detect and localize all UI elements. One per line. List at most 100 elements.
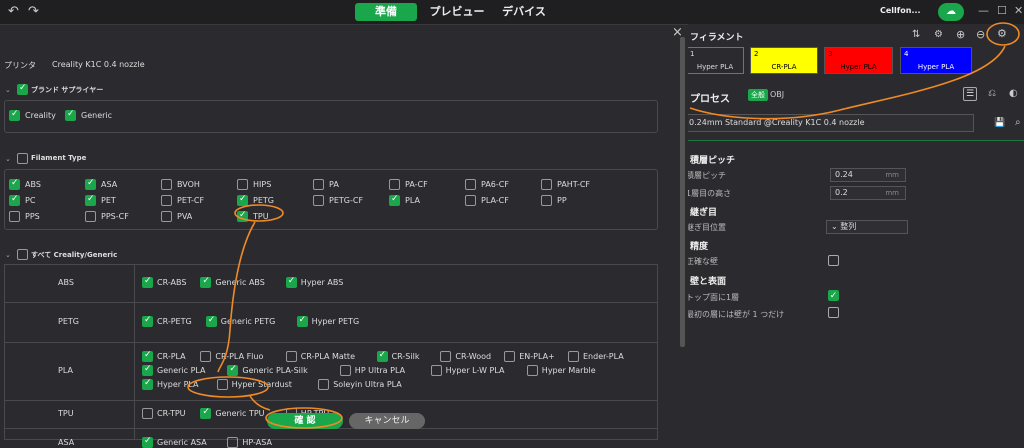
type-pa-cf-checkbox[interactable]	[389, 179, 400, 190]
filament-generic-pla-silk-checkbox[interactable]	[227, 364, 239, 376]
type-petg-cf-checkbox[interactable]	[313, 195, 324, 206]
filament-hyper-marble-checkbox[interactable]	[526, 365, 538, 376]
filament-cr-wood-checkbox[interactable]	[440, 351, 452, 362]
undo-icon[interactable]: ↶	[8, 4, 19, 19]
brand-all-checkbox[interactable]	[17, 83, 28, 95]
confirm-button[interactable]: 確 認	[267, 413, 343, 429]
filament-generic-pla-checkbox[interactable]	[142, 364, 153, 376]
settings-panel: フィラメント ⇅ ⚙ ⊕ ⊖ ⚙ 1 Hyper PLA 2 CR-PLA 3 Hyp…	[660, 24, 1024, 439]
list-view-icon[interactable]: ☰	[963, 87, 977, 101]
cancel-button[interactable]: キャンセル	[349, 413, 425, 429]
user-name[interactable]: Cellfon...	[880, 6, 921, 15]
type-tpu-label: TPU	[253, 212, 269, 221]
type-asa-checkbox[interactable]	[85, 178, 96, 190]
filament-generic-abs-checkbox[interactable]	[200, 276, 212, 288]
type-pps-checkbox[interactable]	[9, 211, 20, 222]
filament-ender-pla-checkbox[interactable]	[568, 351, 579, 362]
type-collapse-icon[interactable]: ⌄	[5, 155, 11, 163]
layer-height-input[interactable]: 0.24 mm	[830, 168, 906, 182]
cloud-upload-icon[interactable]: ☁	[938, 3, 964, 21]
type-pva-label: PVA	[177, 212, 193, 221]
type-pva-checkbox[interactable]	[161, 211, 172, 222]
brand-creality-checkbox[interactable]	[9, 109, 20, 121]
filament-generic-petg-checkbox[interactable]	[205, 315, 217, 327]
filament-hyper-l-w-pla-checkbox[interactable]	[430, 365, 442, 376]
type-hips-label: HIPS	[253, 180, 272, 189]
type-abs-checkbox[interactable]	[9, 178, 20, 190]
all-collapse-icon[interactable]: ⌄	[5, 251, 11, 259]
search-icon[interactable]: ⌕	[1015, 117, 1021, 128]
filament-generic-petg-label: Generic PETG	[220, 317, 276, 326]
filament-cr-pla-matte-checkbox[interactable]	[285, 351, 297, 362]
first-layer-height-input[interactable]: 0.2 mm	[830, 186, 906, 200]
type-pc-checkbox[interactable]	[9, 194, 20, 206]
filament-hp-ultra-pla-checkbox[interactable]	[339, 365, 351, 376]
brand-collapse-icon[interactable]: ⌄	[5, 86, 11, 94]
process-obj-tag[interactable]: OBJ	[770, 90, 784, 99]
filament-cr-pla-fluo-checkbox[interactable]	[200, 351, 212, 362]
type-pla-checkbox[interactable]	[389, 194, 400, 206]
type-pet-cf-checkbox[interactable]	[161, 195, 172, 206]
type-tpu-checkbox[interactable]	[237, 210, 248, 222]
filament-soleyin-ultra-pla-checkbox[interactable]	[318, 379, 330, 390]
table-divider	[134, 264, 135, 440]
all-title: すべて Creality/Generic	[31, 251, 118, 259]
all-creality-generic-checkbox[interactable]	[17, 249, 28, 260]
compare-icon[interactable]: ⎌	[988, 88, 996, 99]
filament-hyper-stardust-checkbox[interactable]	[216, 379, 228, 390]
type-bvoh-checkbox[interactable]	[161, 179, 172, 190]
divider	[660, 140, 1024, 141]
first-layer-one-wall-checkbox[interactable]	[828, 307, 839, 318]
type-hips-checkbox[interactable]	[237, 179, 248, 190]
type-pa6-cf-checkbox[interactable]	[465, 179, 476, 190]
filament-hyper-abs-checkbox[interactable]	[285, 276, 297, 288]
brand-generic-checkbox[interactable]	[65, 109, 76, 121]
filament-en-pla-checkbox[interactable]	[504, 351, 516, 362]
type-pet-checkbox[interactable]	[85, 194, 96, 206]
filament-slot-4[interactable]: 4 Hyper PLA	[900, 47, 972, 74]
process-preset-select[interactable]: 0.24mm Standard @Creality K1C 0.4 nozzle	[684, 114, 974, 132]
type-pp-checkbox[interactable]	[541, 195, 552, 206]
redo-icon[interactable]: ↷	[28, 4, 39, 19]
filament-cr-tpu-checkbox[interactable]	[142, 408, 153, 419]
maximize-icon[interactable]: ☐	[997, 4, 1007, 17]
filament-hyper-pla-checkbox[interactable]	[142, 378, 153, 390]
close-window-icon[interactable]: ✕	[1014, 4, 1023, 17]
filament-slot-2[interactable]: 2 CR-PLA	[750, 47, 818, 74]
filament-generic-abs-label: Generic ABS	[215, 278, 265, 287]
dialog-scrollbar[interactable]	[680, 37, 685, 347]
seam-position-select[interactable]: ⌄ 整列	[826, 220, 908, 234]
type-paht-cf-checkbox[interactable]	[541, 179, 552, 190]
remove-filament-icon[interactable]: ⊖	[976, 28, 985, 41]
filament-hyper-l-w-pla-label: Hyper L-W PLA	[445, 366, 505, 375]
top-one-wall-checkbox[interactable]: ✓	[828, 290, 839, 301]
top-one-wall-label: トップ面に1層	[686, 293, 740, 302]
filament-slot-1[interactable]: 1 Hyper PLA	[686, 47, 744, 74]
filament-slot-3[interactable]: 3 Hyper PLA	[824, 47, 893, 74]
type-petg-checkbox[interactable]	[237, 194, 248, 206]
advanced-toggle-icon[interactable]: ◐	[1009, 88, 1018, 99]
filament-generic-tpu-checkbox[interactable]	[200, 407, 212, 419]
filament-settings-icon[interactable]: ⚙	[997, 27, 1007, 40]
filament-hyper-petg-checkbox[interactable]	[296, 315, 308, 327]
precise-wall-checkbox[interactable]	[828, 255, 839, 266]
filament-cr-silk-checkbox[interactable]	[376, 350, 388, 362]
type-all-checkbox[interactable]	[17, 153, 28, 164]
filament-cr-pla-checkbox[interactable]	[142, 350, 153, 362]
type-pa-checkbox[interactable]	[313, 179, 324, 190]
type-petg-cf-label: PETG-CF	[329, 196, 364, 205]
type-pla-cf-checkbox[interactable]	[465, 195, 476, 206]
filament-cr-abs-checkbox[interactable]	[142, 276, 153, 288]
process-global-tag[interactable]: 全般	[748, 89, 768, 101]
save-preset-icon[interactable]: 💾	[994, 118, 1005, 128]
minimize-icon[interactable]: —	[978, 4, 989, 17]
filament-cr-petg-label: CR-PETG	[157, 317, 192, 326]
tab-prepare[interactable]: 準備	[355, 3, 417, 21]
tab-device[interactable]: デバイス	[498, 3, 550, 21]
tab-preview[interactable]: プレビュー	[425, 3, 489, 21]
filament-cr-petg-checkbox[interactable]	[142, 315, 153, 327]
add-filament-icon[interactable]: ⊕	[956, 28, 965, 41]
filament-sync-icon[interactable]: ⇅	[912, 29, 920, 40]
type-pps-cf-checkbox[interactable]	[85, 211, 96, 222]
filament-tool-icon[interactable]: ⚙	[934, 29, 943, 40]
